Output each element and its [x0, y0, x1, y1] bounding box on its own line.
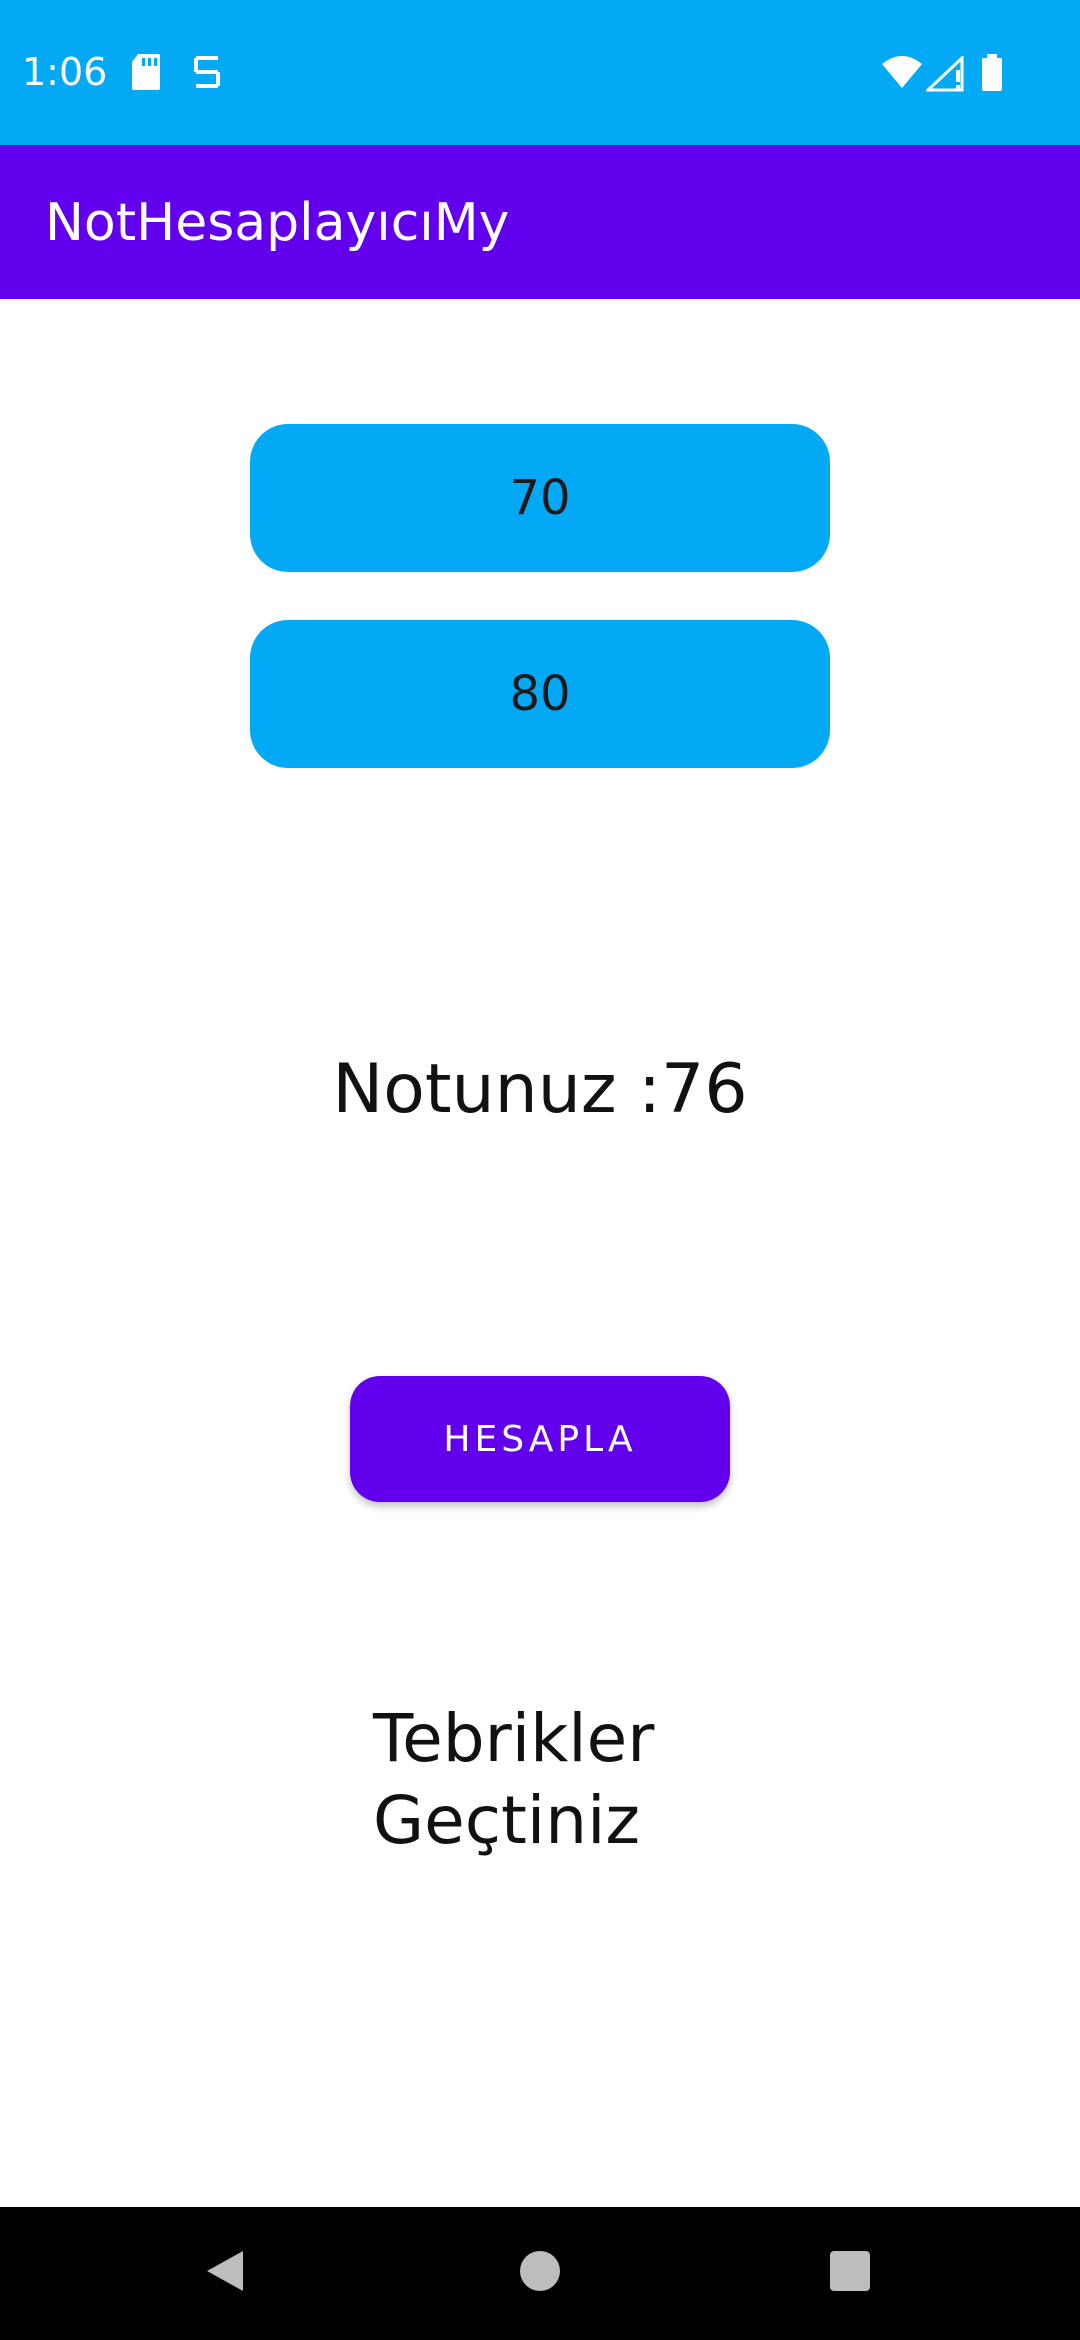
back-icon: [203, 2247, 247, 2300]
sd-card-icon: [130, 52, 162, 97]
recents-icon: [828, 2249, 872, 2298]
app-screen: 1:06 NotHesaplayıcıMy 70 80 Notunuz:76 …: [0, 0, 1080, 2340]
status-time: 1:06: [22, 50, 108, 94]
pass-message: Tebrikler Geçtiniz: [373, 1698, 693, 1862]
recents-button[interactable]: [770, 2207, 930, 2340]
wifi-icon: [880, 54, 924, 95]
pass-message-line-1: Tebrikler: [373, 1700, 655, 1777]
calculate-button[interactable]: HESAPLA: [350, 1376, 730, 1502]
battery-icon: [980, 54, 1004, 97]
sync-icon: [190, 52, 224, 97]
app-title: NotHesaplayıcıMy: [45, 193, 510, 253]
back-button[interactable]: [145, 2207, 305, 2340]
app-bar: NotHesaplayıcıMy: [0, 145, 1080, 299]
home-icon: [518, 2249, 562, 2298]
pass-message-line-2: Geçtiniz: [373, 1782, 641, 1859]
navigation-bar: [0, 2207, 1080, 2340]
signal-icon: [924, 54, 966, 97]
grade-input-2[interactable]: [250, 620, 830, 768]
result-text: Notunuz :76: [332, 1050, 748, 1129]
grade-input-1[interactable]: [250, 424, 830, 572]
home-button[interactable]: [460, 2207, 620, 2340]
status-bar: 1:06: [0, 0, 1080, 145]
